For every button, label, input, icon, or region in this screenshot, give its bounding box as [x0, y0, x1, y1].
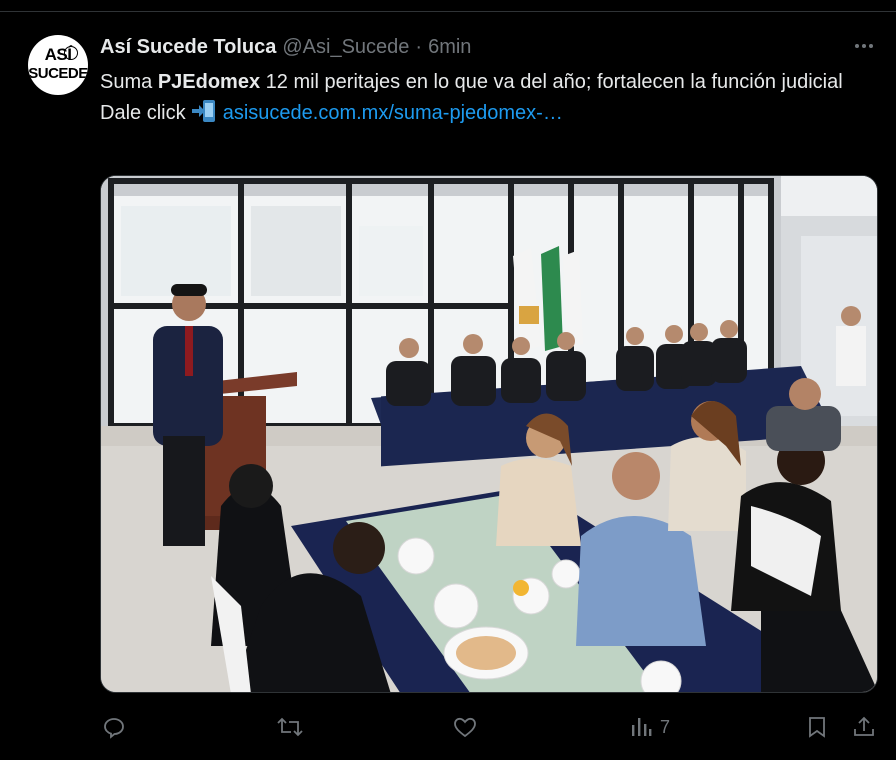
photo-illustration: [101, 176, 877, 692]
arrow-into-phone-emoji: [191, 99, 217, 123]
bookmark-icon: [809, 717, 825, 738]
retweet-button[interactable]: [276, 713, 304, 741]
avatar[interactable]: ASÍ SUCEDE: [28, 35, 88, 95]
share-button[interactable]: [852, 713, 876, 741]
text-suffix: 12 mil peritajes en lo que va del año; f…: [260, 71, 843, 93]
reply-icon: [104, 718, 124, 739]
avatar-text-bottom: SUCEDE: [28, 65, 88, 82]
tweet[interactable]: ASÍ SUCEDE Así Sucede Toluca @Asi_Sucede…: [0, 13, 896, 760]
tweet-link[interactable]: asisucede.com.mx/suma-pjedomex-…: [223, 102, 563, 124]
text-bold: PJEdomex: [157, 71, 261, 93]
reply-button[interactable]: [102, 713, 126, 741]
like-button[interactable]: [452, 713, 478, 741]
author-name[interactable]: Así Sucede Toluca: [100, 36, 276, 59]
share-icon: [854, 716, 874, 736]
cta-text: Dale click: [100, 102, 186, 124]
tweet-actions: 7: [100, 713, 878, 741]
text-prefix: Suma: [100, 71, 158, 93]
like-icon: [454, 717, 476, 738]
author-handle[interactable]: @Asi_Sucede: [282, 36, 409, 59]
tweet-photo[interactable]: [100, 175, 878, 693]
bookmark-button[interactable]: [806, 713, 828, 741]
avatar-text-top: ASÍ: [44, 45, 72, 64]
tweet-text: Suma PJEdomex 12 mil peritajes en lo que…: [100, 67, 880, 129]
tweet-header: Así Sucede Toluca @Asi_Sucede · 6min: [100, 35, 471, 59]
more-icon[interactable]: [848, 33, 880, 59]
views-button[interactable]: 7: [630, 713, 670, 741]
clock-icon: [64, 46, 78, 60]
views-icon: [632, 718, 652, 736]
top-divider: [0, 0, 896, 12]
views-count: 7: [660, 716, 671, 737]
separator: ·: [415, 35, 423, 58]
retweet-icon: [277, 717, 303, 737]
timestamp[interactable]: 6min: [428, 36, 471, 59]
